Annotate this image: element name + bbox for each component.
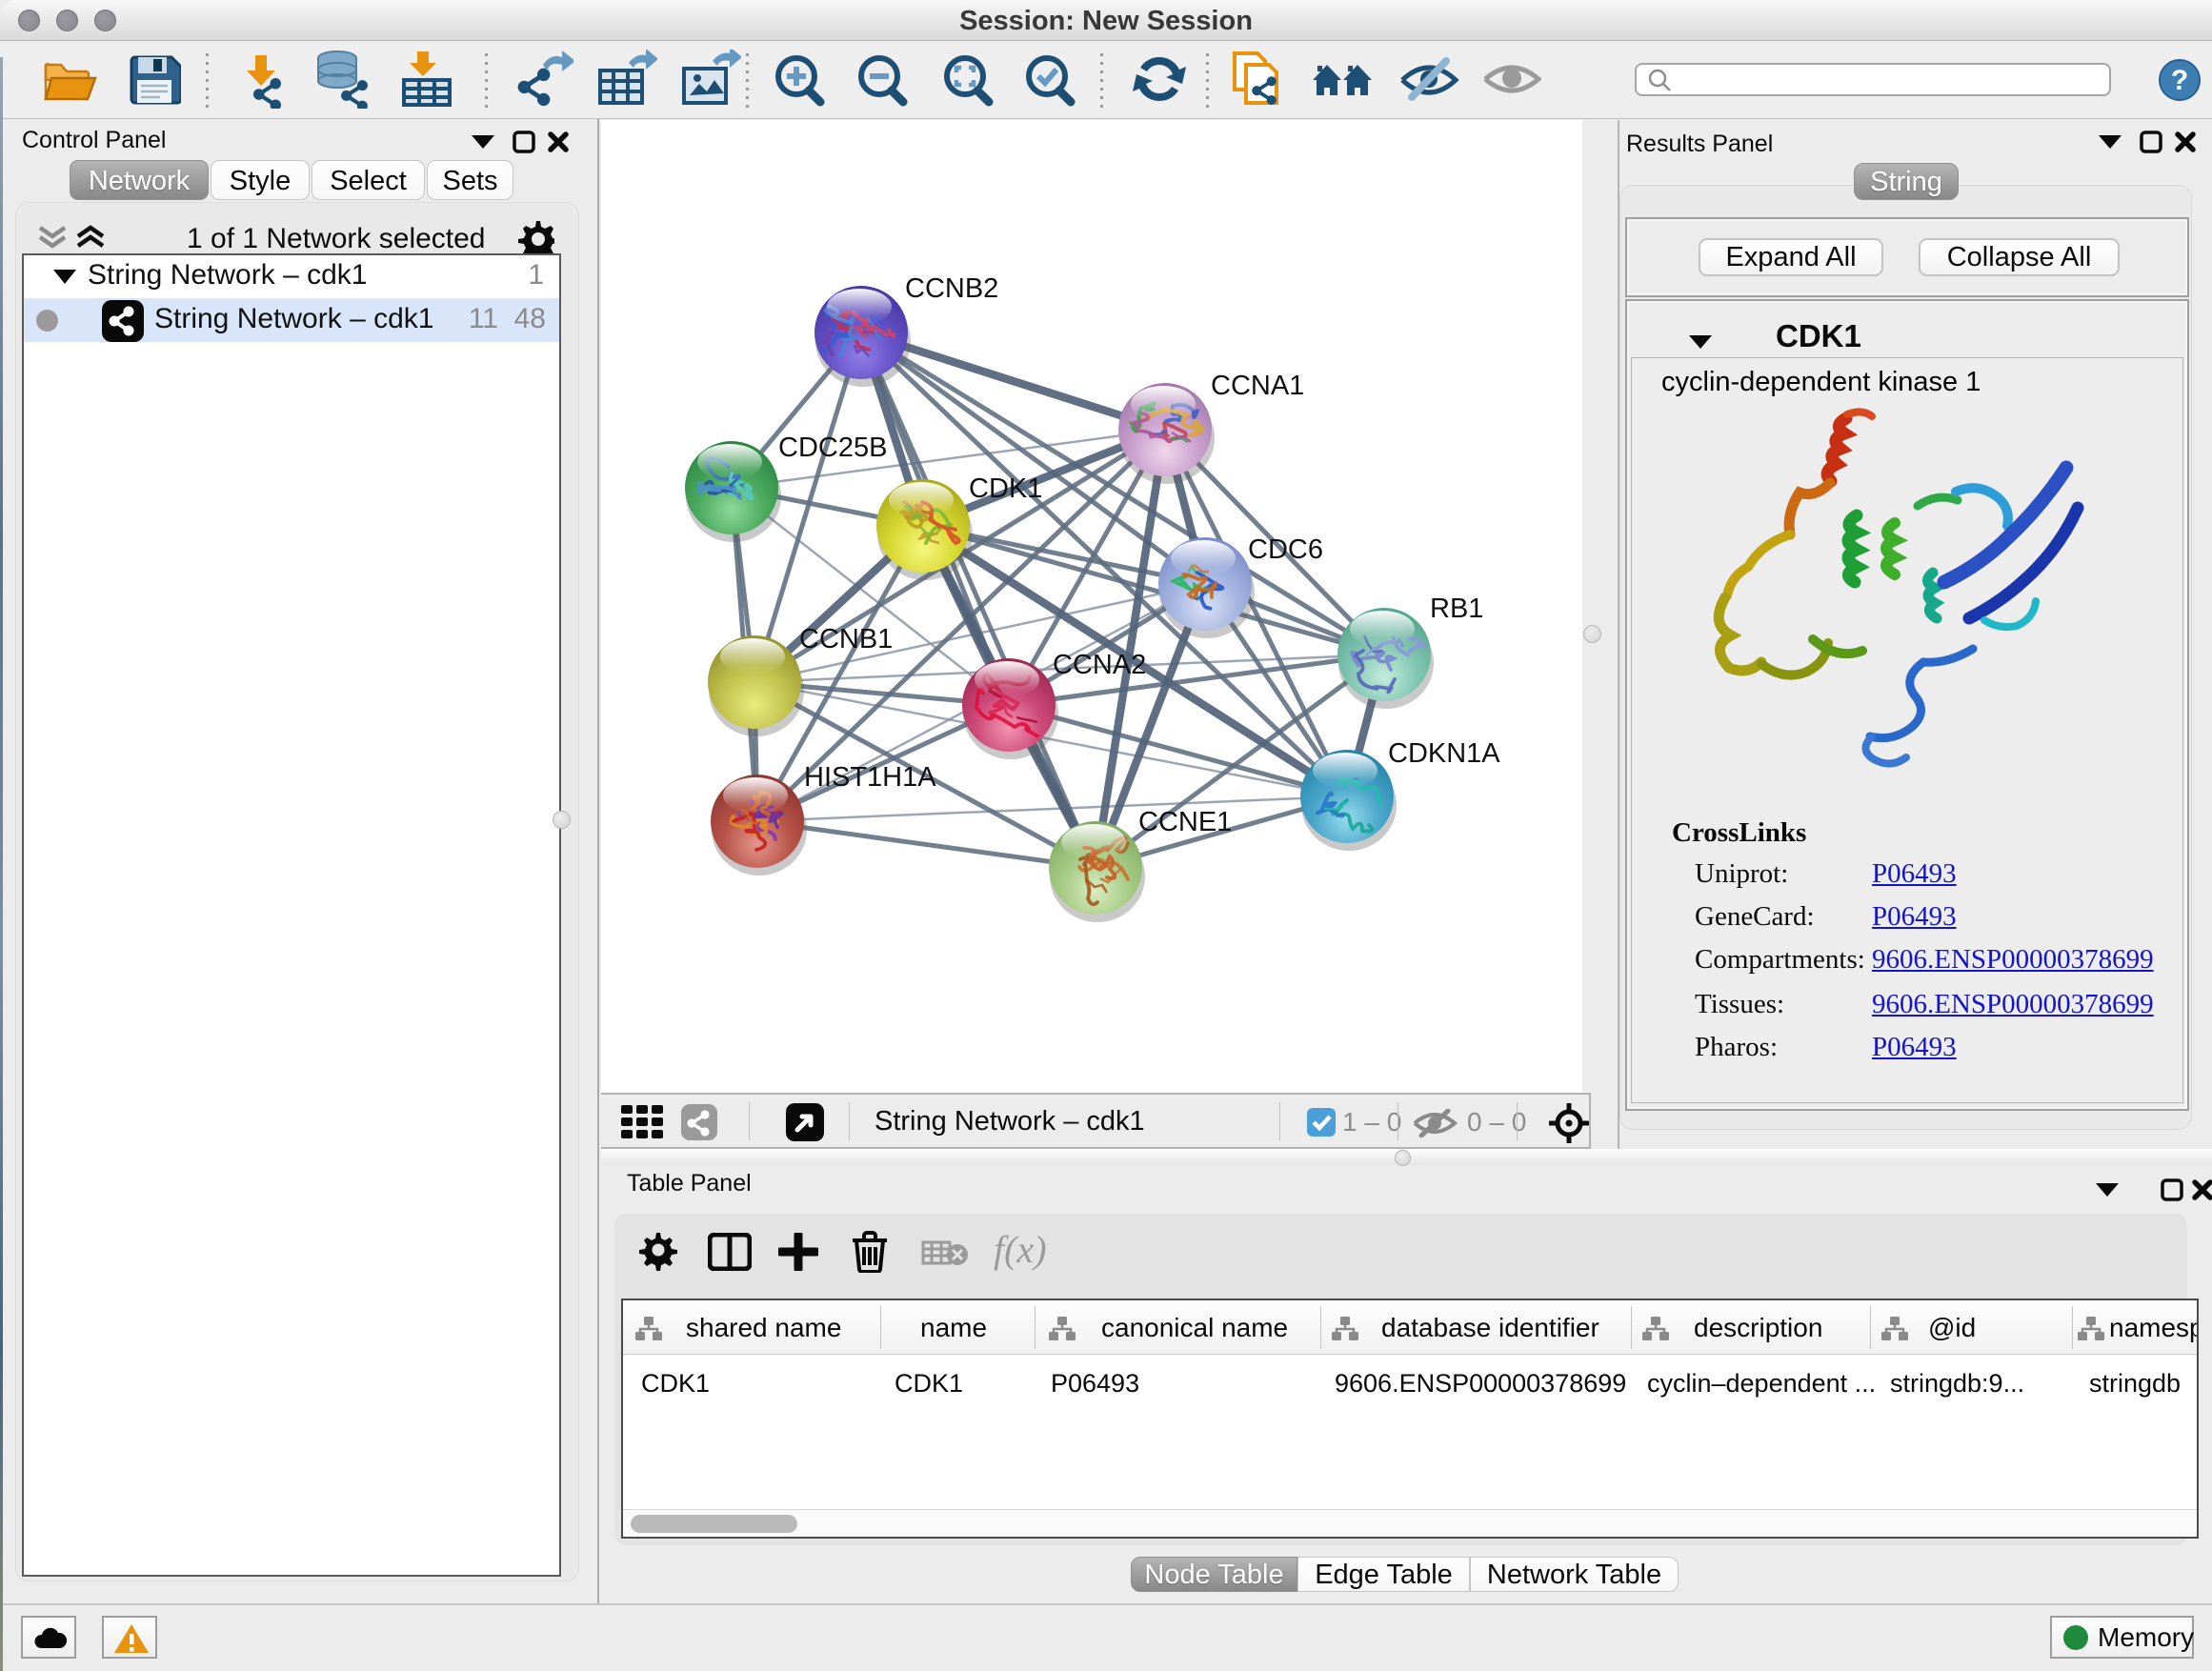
svg-text:HIST1H1A: HIST1H1A — [804, 762, 936, 793]
svg-text:CCNB1: CCNB1 — [799, 624, 893, 654]
svg-text:CDKN1A: CDKN1A — [1388, 738, 1500, 769]
svg-text:CCNA2: CCNA2 — [1053, 650, 1146, 680]
svg-text:RB1: RB1 — [1430, 594, 1483, 624]
svg-text:CCNB2: CCNB2 — [905, 273, 998, 304]
svg-text:CDK1: CDK1 — [969, 473, 1042, 504]
svg-text:CDC25B: CDC25B — [778, 433, 887, 463]
svg-text:CDC6: CDC6 — [1248, 534, 1323, 565]
svg-text:CCNE1: CCNE1 — [1138, 807, 1232, 837]
svg-text:?: ? — [2171, 65, 2188, 96]
svg-text:CCNA1: CCNA1 — [1211, 371, 1304, 401]
